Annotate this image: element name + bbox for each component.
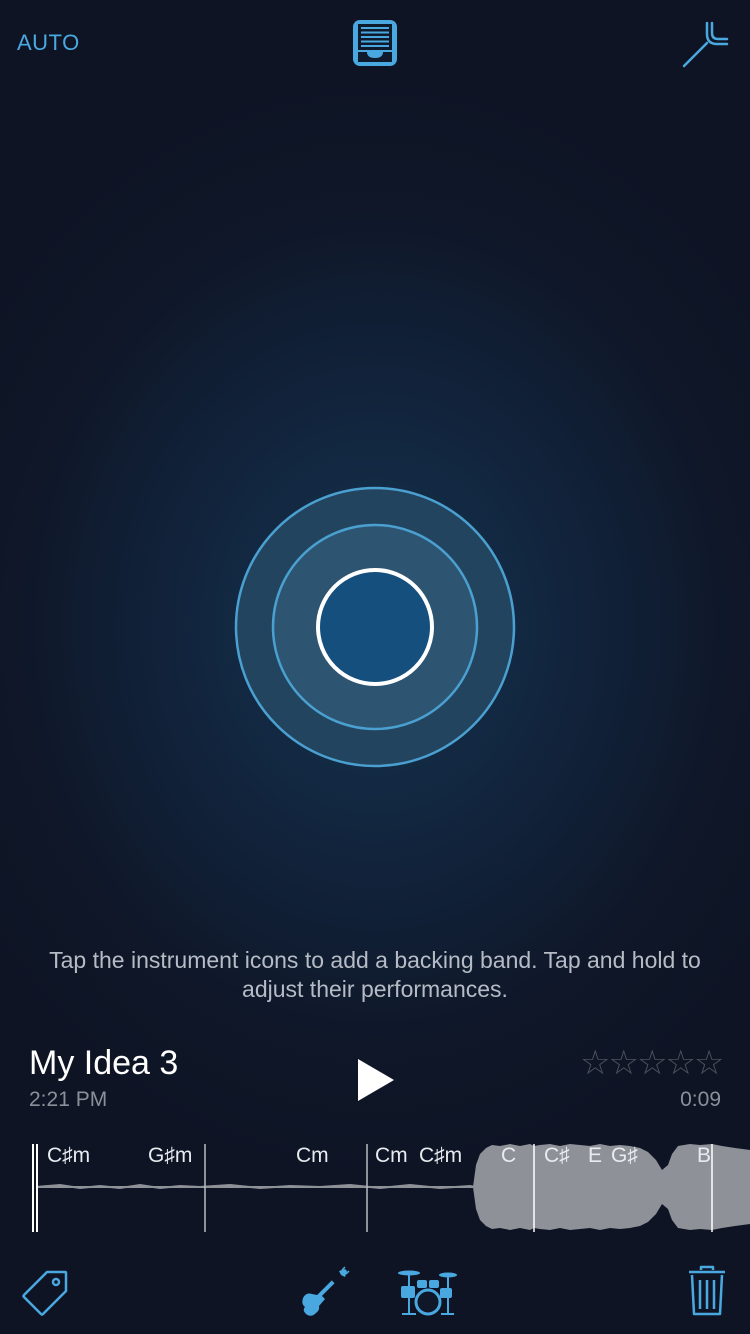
chord-label: C♯m <box>47 1144 91 1167</box>
record-button-icon <box>316 568 434 686</box>
recording-duration: 0:09 <box>680 1088 721 1111</box>
chord-label: G♯ <box>611 1144 638 1167</box>
recording-time: 2:21 PM <box>29 1088 108 1111</box>
chord-label: E <box>588 1144 603 1167</box>
record-area <box>233 485 517 769</box>
library-button[interactable] <box>352 18 398 68</box>
auto-button[interactable]: AUTO <box>17 30 80 56</box>
tag-icon <box>22 1270 68 1316</box>
play-icon <box>358 1059 394 1101</box>
tuning-fork-icon <box>682 21 729 68</box>
record-button[interactable] <box>316 568 434 686</box>
tag-button[interactable] <box>20 1268 70 1318</box>
star-rating[interactable]: ☆☆☆☆☆ <box>580 1043 724 1083</box>
drum-kit-icon <box>398 1270 457 1316</box>
chord-label: Cm <box>296 1144 329 1167</box>
chord-label: C♯ <box>544 1144 570 1167</box>
chord-label: C <box>501 1144 517 1167</box>
trash-icon <box>689 1265 725 1316</box>
play-button[interactable] <box>352 1055 400 1105</box>
tuner-button[interactable] <box>680 20 730 70</box>
chord-label: G♯m <box>148 1144 193 1167</box>
drums-button[interactable] <box>396 1266 458 1318</box>
bass-guitar-icon <box>302 1266 350 1316</box>
trash-button[interactable] <box>686 1264 728 1318</box>
chord-label: C♯m <box>419 1144 463 1167</box>
song-library-icon <box>353 20 397 66</box>
bass-guitar-button[interactable] <box>298 1266 350 1318</box>
chord-label: Cm <box>375 1144 408 1167</box>
chord-label: B <box>697 1144 712 1167</box>
waveform-timeline[interactable]: C♯m G♯m Cm Cm C♯m C C♯ E G♯ B <box>0 1140 750 1236</box>
hint-text: Tap the instrument icons to add a backin… <box>49 947 701 1002</box>
recording-title[interactable]: My Idea 3 <box>29 1044 178 1083</box>
